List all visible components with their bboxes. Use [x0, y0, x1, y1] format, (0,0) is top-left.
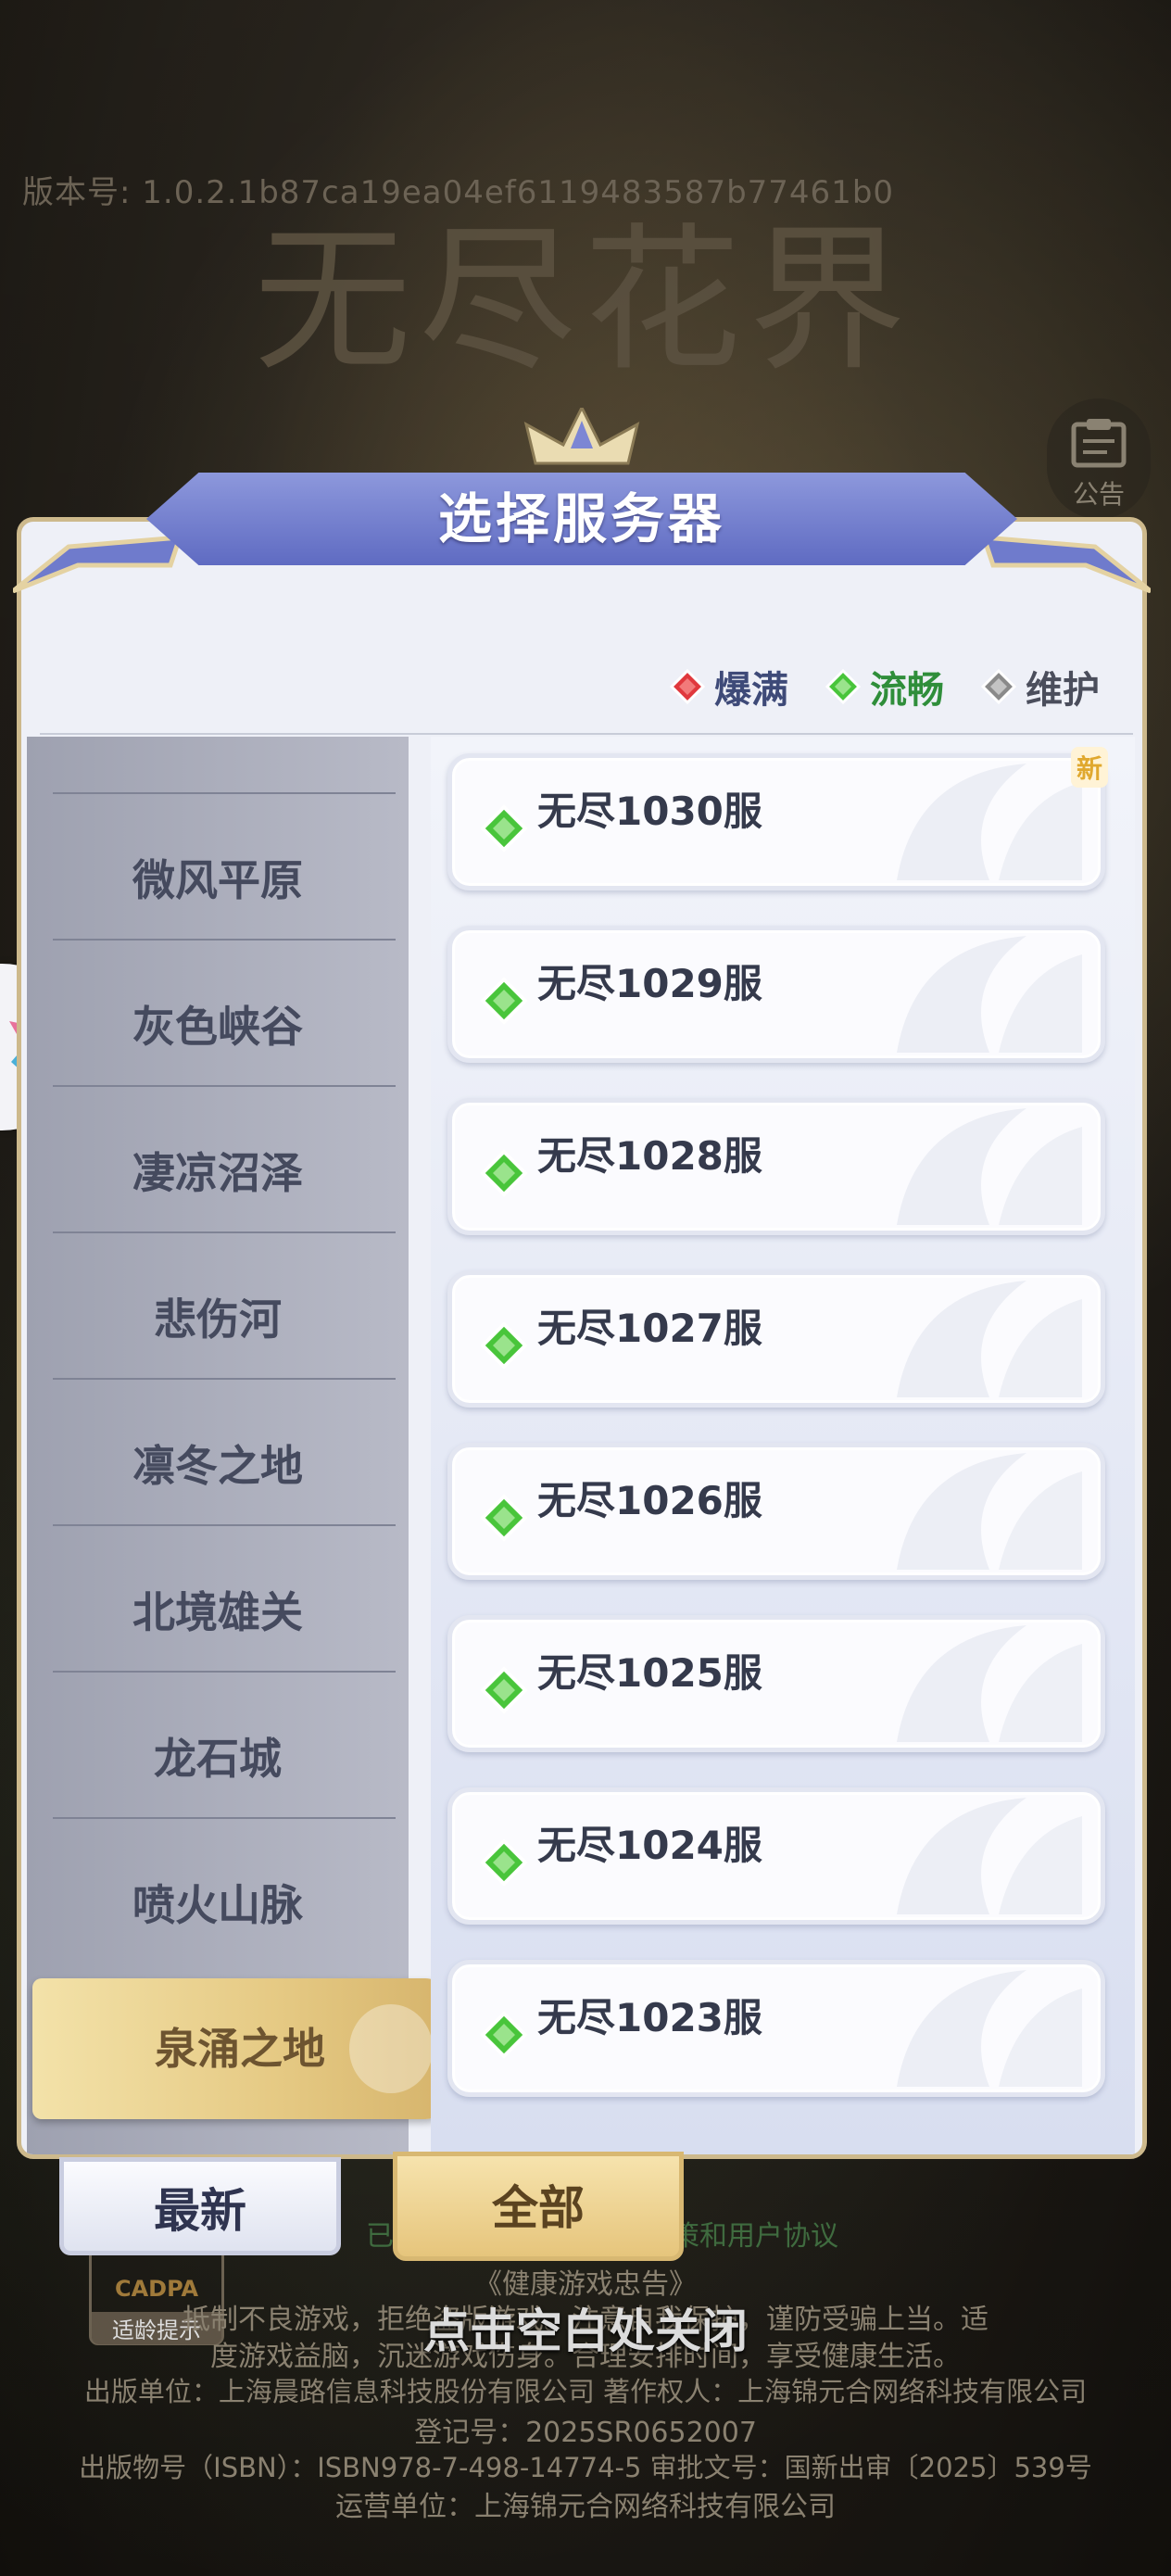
- server-card-watermark: [897, 764, 1082, 880]
- server-name: 无尽1027服: [537, 1306, 762, 1351]
- server-name: 无尽1026服: [537, 1478, 762, 1523]
- server-card[interactable]: 无尽1029服: [447, 926, 1105, 1063]
- region-item-active-label: 泉涌之地: [155, 2024, 325, 2074]
- publisher-info: 出版单位：上海晨路信息科技股份有限公司 著作权人：上海锦元合网络科技有限公司: [83, 2376, 1088, 2407]
- server-name: 无尽1023服: [537, 1995, 762, 2040]
- server-card-watermark: [897, 1625, 1082, 1742]
- green-gem-icon: [480, 1838, 528, 1887]
- dialog-body: 爆满 流畅 维护 微风平原 灰色峡谷 凄凉沼泽 悲伤河 凛冬之地 北境雄关 龙石…: [17, 517, 1147, 2159]
- green-gem-icon: [480, 1666, 528, 1714]
- tab-all[interactable]: 全部: [393, 2152, 684, 2261]
- region-item-7[interactable]: 喷火山脉: [27, 1832, 409, 1978]
- region-divider: [53, 1378, 396, 1380]
- server-select-dialog: 爆满 流畅 维护 微风平原 灰色峡谷 凄凉沼泽 悲伤河 凛冬之地 北境雄关 龙石…: [13, 408, 1151, 2159]
- region-item-1[interactable]: 灰色峡谷: [27, 953, 409, 1100]
- red-gem-icon: [670, 669, 705, 704]
- region-item-0[interactable]: 微风平原: [27, 807, 409, 953]
- legend-smooth-label: 流畅: [870, 669, 944, 712]
- selection-glow-icon: [349, 2004, 433, 2093]
- game-logo: 无尽花界: [253, 209, 913, 393]
- server-card-watermark: [897, 936, 1082, 1053]
- region-item-5[interactable]: 北境雄关: [27, 1539, 409, 1686]
- green-gem-icon: [480, 804, 528, 852]
- region-divider: [53, 792, 396, 794]
- region-item-3[interactable]: 悲伤河: [27, 1246, 409, 1393]
- server-name: 无尽1030服: [537, 789, 762, 834]
- server-card-watermark: [897, 1108, 1082, 1225]
- green-gem-icon: [480, 1494, 528, 1542]
- server-card-watermark: [897, 1453, 1082, 1570]
- crown-ornament: [523, 408, 640, 465]
- announcement-icon: [1071, 419, 1127, 468]
- green-gem-icon: [825, 669, 861, 704]
- server-name: 无尽1028服: [537, 1133, 762, 1179]
- region-divider: [53, 1524, 396, 1526]
- server-name: 无尽1024服: [537, 1823, 762, 1868]
- server-card[interactable]: 无尽1023服: [447, 1960, 1105, 2097]
- region-item-4[interactable]: 凛冬之地: [27, 1393, 409, 1539]
- server-card-watermark: [897, 1798, 1082, 1914]
- legend-maintenance: 维护: [981, 660, 1100, 713]
- operator-info: 运营单位：上海锦元合网络科技有限公司: [335, 2491, 836, 2523]
- new-badge: 新: [1070, 747, 1108, 788]
- green-gem-icon: [480, 1321, 528, 1370]
- region-item-6[interactable]: 龙石城: [27, 1686, 409, 1832]
- dialog-title: 选择服务器: [437, 487, 725, 550]
- region-divider: [53, 1817, 396, 1819]
- server-card[interactable]: 无尽1024服: [447, 1787, 1105, 1925]
- server-name: 无尽1029服: [537, 961, 762, 1006]
- region-divider: [53, 939, 396, 941]
- status-legend: 爆满 流畅 维护: [670, 659, 1100, 714]
- legend-full: 爆满: [670, 660, 788, 713]
- server-name: 无尽1025服: [537, 1650, 762, 1696]
- region-sidebar[interactable]: 微风平原 灰色峡谷 凄凉沼泽 悲伤河 凛冬之地 北境雄关 龙石城 喷火山脉 泉涌…: [27, 737, 447, 2154]
- server-card-watermark: [897, 1970, 1082, 2087]
- server-card[interactable]: 无尽1030服 新: [447, 747, 1108, 890]
- region-item-active[interactable]: 泉涌之地: [32, 1978, 447, 2119]
- server-list[interactable]: 无尽1030服 新 无尽1029服 无尽1028服 无尽1027服 无尽1026…: [431, 737, 1135, 2154]
- server-card[interactable]: 无尽1026服: [447, 1443, 1105, 1580]
- green-gem-icon: [480, 977, 528, 1025]
- region-item-2[interactable]: 凄凉沼泽: [27, 1100, 409, 1246]
- tab-latest[interactable]: 最新: [59, 2157, 341, 2255]
- registration-number: 登记号：2025SR0652007: [414, 2417, 757, 2449]
- region-divider: [53, 1671, 396, 1673]
- gray-gem-icon: [981, 669, 1016, 704]
- tap-to-close-hint: 点击空白处关闭: [423, 2305, 748, 2358]
- server-card[interactable]: 无尽1027服: [447, 1270, 1105, 1408]
- server-card[interactable]: 无尽1028服: [447, 1098, 1105, 1235]
- server-card[interactable]: 无尽1025服: [447, 1615, 1105, 1752]
- legend-maintenance-label: 维护: [1026, 669, 1100, 712]
- green-gem-icon: [480, 2011, 528, 2059]
- legend-smooth: 流畅: [825, 660, 944, 713]
- green-gem-icon: [480, 1149, 528, 1197]
- region-divider: [53, 1231, 396, 1233]
- server-card-watermark: [897, 1281, 1082, 1397]
- legend-full-label: 爆满: [714, 669, 788, 712]
- legend-divider: [40, 733, 1133, 735]
- isbn-info: 出版物号（ISBN）：ISBN978-7-498-14774-5 审批文号：国新…: [79, 2452, 1092, 2483]
- region-divider: [53, 1085, 396, 1087]
